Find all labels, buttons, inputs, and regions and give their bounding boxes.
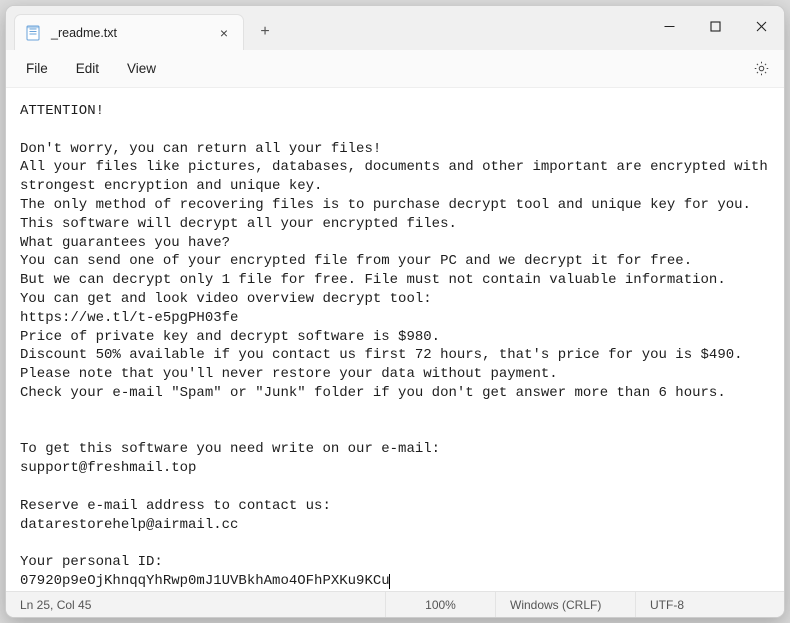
gear-icon [753, 60, 770, 77]
notepad-window: _readme.txt × + File Edit View ATTENTION… [5, 5, 785, 618]
text-line: 07920p9eOjKhnqqYhRwp0mJ1UVBkhAmo4OFhPXKu… [20, 572, 770, 591]
text-line: What guarantees you have? [20, 234, 770, 253]
text-caret [389, 574, 390, 589]
menu-edit[interactable]: Edit [64, 56, 111, 81]
menubar: File Edit View [6, 50, 784, 88]
tab-active[interactable]: _readme.txt × [14, 14, 244, 50]
text-line: But we can decrypt only 1 file for free.… [20, 271, 770, 290]
text-line: support@freshmail.top [20, 459, 770, 478]
text-line: https://we.tl/t-e5pgPH03fe [20, 309, 770, 328]
text-line: You can get and look video overview decr… [20, 290, 770, 309]
text-line: Discount 50% available if you contact us… [20, 346, 770, 365]
tab-close-button[interactable]: × [215, 23, 233, 43]
minimize-icon [664, 21, 675, 32]
menu-view[interactable]: View [115, 56, 168, 81]
menu-file[interactable]: File [14, 56, 60, 81]
text-line: All your files like pictures, databases,… [20, 158, 770, 196]
text-line [20, 403, 770, 422]
close-button[interactable] [738, 6, 784, 46]
status-encoding[interactable]: UTF-8 [636, 592, 784, 617]
close-icon [756, 21, 767, 32]
minimize-button[interactable] [646, 6, 692, 46]
text-line: Don't worry, you can return all your fil… [20, 140, 770, 159]
tab-title: _readme.txt [51, 26, 215, 40]
text-line [20, 534, 770, 553]
window-controls [646, 6, 784, 50]
text-line: Price of private key and decrypt softwar… [20, 328, 770, 347]
maximize-icon [710, 21, 721, 32]
text-line: Please note that you'll never restore yo… [20, 365, 770, 384]
text-line: This software will decrypt all your encr… [20, 215, 770, 234]
text-line [20, 422, 770, 441]
status-cursor-position: Ln 25, Col 45 [6, 592, 386, 617]
titlebar: _readme.txt × + [6, 6, 784, 50]
text-line: Check your e-mail "Spam" or "Junk" folde… [20, 384, 770, 403]
text-line: You can send one of your encrypted file … [20, 252, 770, 271]
text-line: Your personal ID: [20, 553, 770, 572]
maximize-button[interactable] [692, 6, 738, 46]
settings-button[interactable] [746, 54, 776, 84]
text-line: The only method of recovering files is t… [20, 196, 770, 215]
new-tab-button[interactable]: + [250, 17, 280, 47]
status-line-ending[interactable]: Windows (CRLF) [496, 592, 636, 617]
statusbar: Ln 25, Col 45 100% Windows (CRLF) UTF-8 [6, 591, 784, 617]
text-line [20, 121, 770, 140]
text-line: To get this software you need write on o… [20, 440, 770, 459]
text-content[interactable]: ATTENTION! Don't worry, you can return a… [6, 88, 784, 591]
text-line: datarestorehelp@airmail.cc [20, 516, 770, 535]
text-line: ATTENTION! [20, 102, 770, 121]
text-line [20, 478, 770, 497]
status-zoom[interactable]: 100% [386, 592, 496, 617]
notepad-icon [25, 25, 41, 41]
text-line: Reserve e-mail address to contact us: [20, 497, 770, 516]
